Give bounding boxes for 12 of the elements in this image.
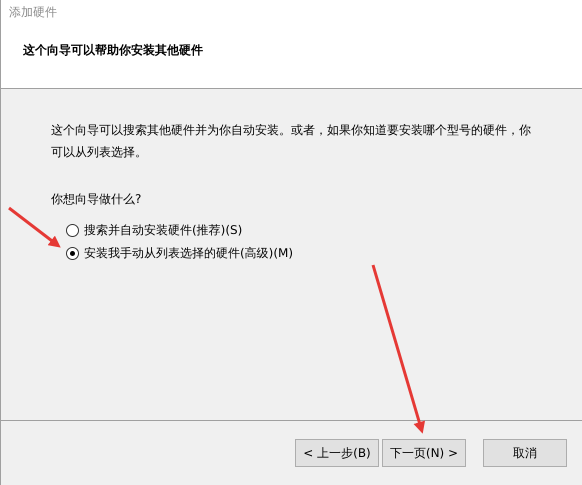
question-text: 你想向导做什么? (51, 191, 142, 208)
description-text: 这个向导可以搜索其他硬件并为你自动安装。或者，如果你知道要安装哪个型号的硬件，你可以从列表选择。 (51, 122, 532, 161)
next-button[interactable]: 下一页(N) > (382, 439, 466, 467)
option-label[interactable]: 安装我手动从列表选择的硬件(高级)(M) (84, 245, 294, 262)
window-title: 添加硬件 (8, 4, 58, 21)
back-button[interactable]: < 上一步(B) (295, 439, 379, 467)
wizard-heading: 这个向导可以帮助你安装其他硬件 (22, 42, 204, 59)
option-label[interactable]: 搜索并自动安装硬件(推荐)(S) (84, 222, 242, 239)
annotation-arrow (8, 206, 61, 248)
radio-button[interactable] (66, 224, 79, 237)
cancel-button[interactable]: 取消 (483, 439, 567, 467)
radio-button[interactable] (66, 247, 79, 260)
